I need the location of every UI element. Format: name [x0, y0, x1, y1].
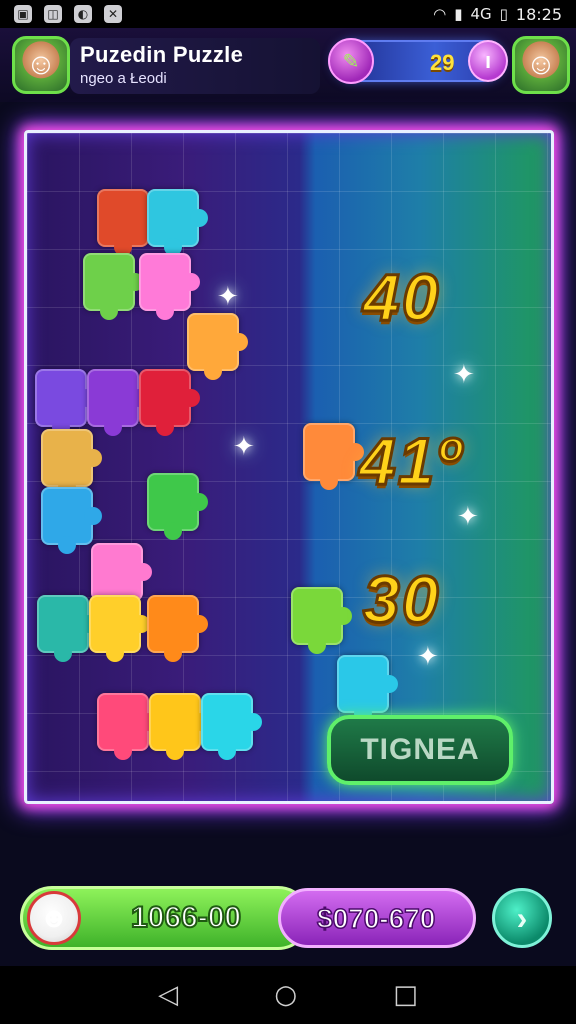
puzzle-piece[interactable]: [147, 189, 208, 256]
sparkle-icon: ✦: [417, 641, 439, 671]
home-button[interactable]: ○: [274, 980, 297, 1010]
sparkle-icon: ✦: [233, 431, 255, 461]
screenshot-icon: ◫: [44, 5, 62, 23]
board-action-button[interactable]: TIGNEA: [327, 715, 513, 785]
puzzle-piece[interactable]: [147, 473, 208, 540]
back-button[interactable]: ◁: [158, 980, 178, 1010]
status-left-icons: ▣ ◫ ◐ ✕: [14, 5, 122, 23]
puzzle-piece[interactable]: [97, 189, 158, 256]
puzzle-piece[interactable]: [97, 693, 158, 760]
toggle-icon: ◐: [74, 5, 92, 23]
bug-icon: ✕: [104, 5, 122, 23]
score-number-1: 40: [361, 259, 441, 336]
sparkle-icon: ✦: [453, 359, 475, 389]
score-number-3: 30: [361, 561, 441, 638]
recent-apps-button[interactable]: □: [393, 980, 418, 1010]
score-number-2: 41º: [358, 423, 463, 500]
puzzle-piece[interactable]: [91, 543, 152, 610]
info-button[interactable]: ı: [468, 40, 508, 82]
puzzle-piece[interactable]: [201, 693, 262, 760]
puzzle-piece[interactable]: [291, 587, 352, 654]
wand-icon: ✎: [342, 50, 360, 73]
signal-icon: ▮: [454, 5, 463, 23]
network-type: 4G: [470, 5, 492, 23]
mascot-icon: ☻: [27, 891, 81, 945]
wand-button[interactable]: ✎: [328, 38, 374, 84]
puzzle-piece[interactable]: [41, 487, 102, 554]
puzzle-piece[interactable]: [149, 693, 210, 760]
bottom-bar: ☻ 1066-00 $070-670 ›: [0, 870, 576, 966]
sparkle-icon: ✦: [217, 281, 239, 311]
arrow-right-icon: ›: [516, 899, 528, 936]
puzzle-piece[interactable]: [83, 253, 144, 320]
puzzle-piece[interactable]: [303, 423, 364, 490]
puzzle-piece[interactable]: [147, 595, 208, 662]
score-value: 29: [430, 50, 455, 75]
player-avatar[interactable]: ☺: [12, 36, 70, 94]
puzzle-piece[interactable]: [41, 429, 102, 496]
info-icon: ı: [484, 48, 492, 73]
game-title: Puzedin Puzzle: [80, 42, 244, 67]
puzzle-piece[interactable]: [139, 253, 200, 320]
player-face-icon: ☺: [25, 48, 57, 81]
wifi-icon: ◠: [433, 5, 447, 23]
gem-counter[interactable]: $070-670: [278, 888, 476, 948]
puzzle-piece[interactable]: [37, 595, 98, 662]
puzzle-board[interactable]: ✦ ✦ ✦ ✦ ✦ 40 41º 30 TIGNEA: [24, 130, 554, 804]
coin-value: 1066-00: [130, 900, 242, 935]
coin-counter[interactable]: ☻ 1066-00: [20, 886, 310, 950]
puzzle-piece[interactable]: [87, 369, 148, 436]
game-header: ☺ Puzedin Puzzle ngeo a Łeodi ✎ 29 ı ☺: [0, 28, 576, 102]
puzzle-piece[interactable]: [139, 369, 200, 436]
status-right: ◠ ▮ 4G ▯ 18:25: [433, 5, 562, 24]
clock: 18:25: [515, 4, 562, 24]
puzzle-piece[interactable]: [187, 313, 248, 380]
opponent-avatar[interactable]: ☺: [512, 36, 570, 94]
game-subtitle: ngeo a Łeodi: [80, 70, 167, 87]
puzzle-piece[interactable]: [35, 369, 96, 436]
score-pill: ✎ 29 ı: [328, 38, 508, 84]
status-bar: ▣ ◫ ◐ ✕ ◠ ▮ 4G ▯ 18:25: [0, 0, 576, 28]
puzzle-piece[interactable]: [337, 655, 398, 722]
gem-value: $070-670: [316, 902, 436, 935]
title-plate: Puzedin Puzzle ngeo a Łeodi: [70, 38, 320, 94]
sparkle-icon: ✦: [457, 501, 479, 531]
next-button[interactable]: ›: [492, 888, 552, 948]
image-icon: ▣: [14, 5, 32, 23]
battery-icon: ▯: [499, 5, 508, 23]
puzzle-piece[interactable]: [89, 595, 150, 662]
opponent-face-icon: ☺: [525, 48, 557, 81]
system-nav-bar: ◁ ○ □: [0, 966, 576, 1024]
